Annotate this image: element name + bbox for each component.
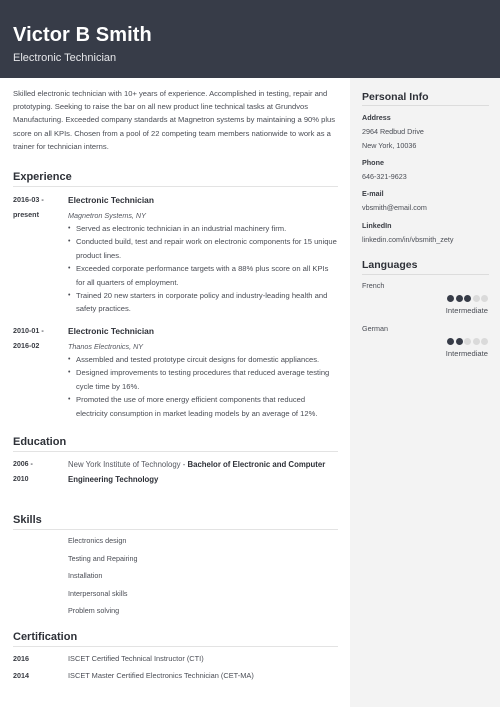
cert-name: ISCET Master Certified Electronics Techn…: [68, 671, 254, 680]
rating-dot-empty: [481, 295, 488, 302]
resume-header: Victor B Smith Electronic Technician: [0, 0, 500, 78]
skill-item: Testing and Repairing: [68, 554, 138, 563]
linkedin-value[interactable]: linkedin.com/in/vbsmith_zety: [362, 235, 453, 244]
language-level: Intermediate: [445, 306, 488, 315]
job-company: Thanos Electronics, NY: [68, 342, 144, 351]
rating-dot-empty: [472, 295, 480, 302]
email-value[interactable]: vbsmith@email.com: [362, 203, 427, 212]
rating-dot-filled: [455, 295, 463, 302]
job-date-start: 2016-03 -: [13, 195, 44, 204]
education-school: New York Institute of Technology -: [68, 460, 188, 469]
personal-info-heading: Personal Info: [362, 91, 429, 103]
job-bullets: Assembled and tested prototype circuit d…: [68, 353, 338, 420]
address-line1: 2964 Redbud Drive: [362, 127, 424, 136]
cert-year: 2014: [13, 671, 29, 680]
sidebar: Personal Info Address 2964 Redbud Drive …: [350, 78, 500, 707]
section-divider: [362, 274, 489, 275]
job-date-start: 2010-01 -: [13, 326, 44, 335]
job-bullet: Promoted the use of more energy efficien…: [68, 393, 338, 420]
language-level: Intermediate: [445, 349, 488, 358]
job-bullet: Exceeded corporate performance targets w…: [68, 262, 338, 289]
job-date-end: present: [13, 210, 39, 219]
skill-item: Electronics design: [68, 536, 127, 545]
section-divider: [13, 646, 338, 647]
skill-item: Problem solving: [68, 606, 120, 615]
main-column: Skilled electronic technician with 10+ y…: [0, 78, 350, 707]
job-title: Electronic Technician: [68, 326, 154, 336]
candidate-name: Victor B Smith: [13, 24, 152, 46]
job-bullets: Served as electronic technician in an in…: [68, 222, 338, 316]
address-line2: New York, 10036: [362, 141, 417, 150]
phone-value: 646-321-9623: [362, 172, 407, 181]
job-bullet: Conducted build, test and repair work on…: [68, 235, 338, 262]
education-text: New York Institute of Technology - Bache…: [68, 457, 338, 487]
rating-dot-empty: [464, 338, 471, 345]
cert-name: ISCET Certified Technical Instructor (CT…: [68, 654, 204, 663]
experience-heading: Experience: [13, 171, 72, 183]
job-bullet: Designed improvements to testing procedu…: [68, 366, 338, 393]
rating-dot-empty: [481, 338, 488, 345]
language-name: German: [362, 324, 388, 333]
section-divider: [362, 105, 489, 106]
job-company: Magnetron Systems, NY: [68, 211, 146, 220]
language-rating: [447, 338, 488, 345]
language-rating: [447, 295, 488, 302]
linkedin-label: LinkedIn: [362, 221, 392, 230]
job-date-end: 2016-02: [13, 341, 40, 350]
skill-item: Installation: [68, 571, 103, 580]
summary-text: Skilled electronic technician with 10+ y…: [13, 89, 336, 151]
phone-label: Phone: [362, 158, 384, 167]
skill-item: Interpersonal skills: [68, 589, 128, 598]
job-bullet: Served as electronic technician in an in…: [68, 222, 338, 236]
job-title: Electronic Technician: [68, 195, 154, 205]
rating-dot-empty: [472, 338, 480, 345]
rating-dot-filled: [447, 338, 454, 345]
section-divider: [13, 529, 338, 530]
languages-heading: Languages: [362, 259, 418, 271]
candidate-title: Electronic Technician: [13, 52, 117, 64]
cert-year: 2016: [13, 654, 29, 663]
section-divider: [13, 451, 338, 452]
language-name: French: [362, 281, 385, 290]
skills-heading: Skills: [13, 514, 42, 526]
section-divider: [13, 186, 338, 187]
rating-dot-filled: [464, 295, 471, 302]
address-label: Address: [362, 113, 391, 122]
rating-dot-filled: [447, 295, 454, 302]
education-date-start: 2006 -: [13, 461, 33, 468]
job-bullet: Trained 20 new starters in corporate pol…: [68, 289, 338, 316]
email-label: E-mail: [362, 189, 384, 198]
rating-dot-filled: [455, 338, 463, 345]
job-bullet: Assembled and tested prototype circuit d…: [68, 353, 338, 367]
education-date-end: 2010: [13, 476, 29, 483]
certification-heading: Certification: [13, 631, 78, 643]
education-heading: Education: [13, 436, 67, 448]
